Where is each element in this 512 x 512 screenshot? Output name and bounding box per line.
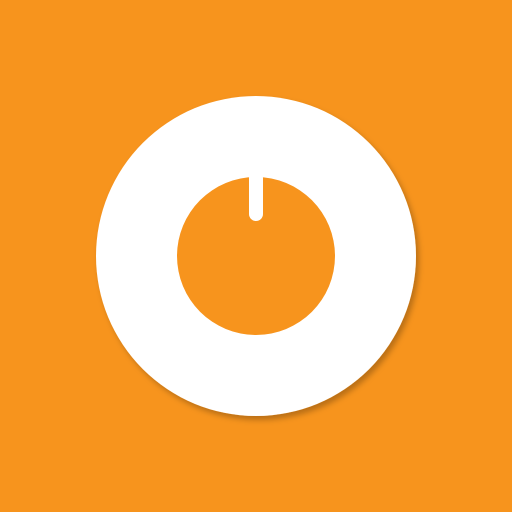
- power-knob-icon: [96, 96, 416, 416]
- app-icon-canvas: [0, 0, 512, 512]
